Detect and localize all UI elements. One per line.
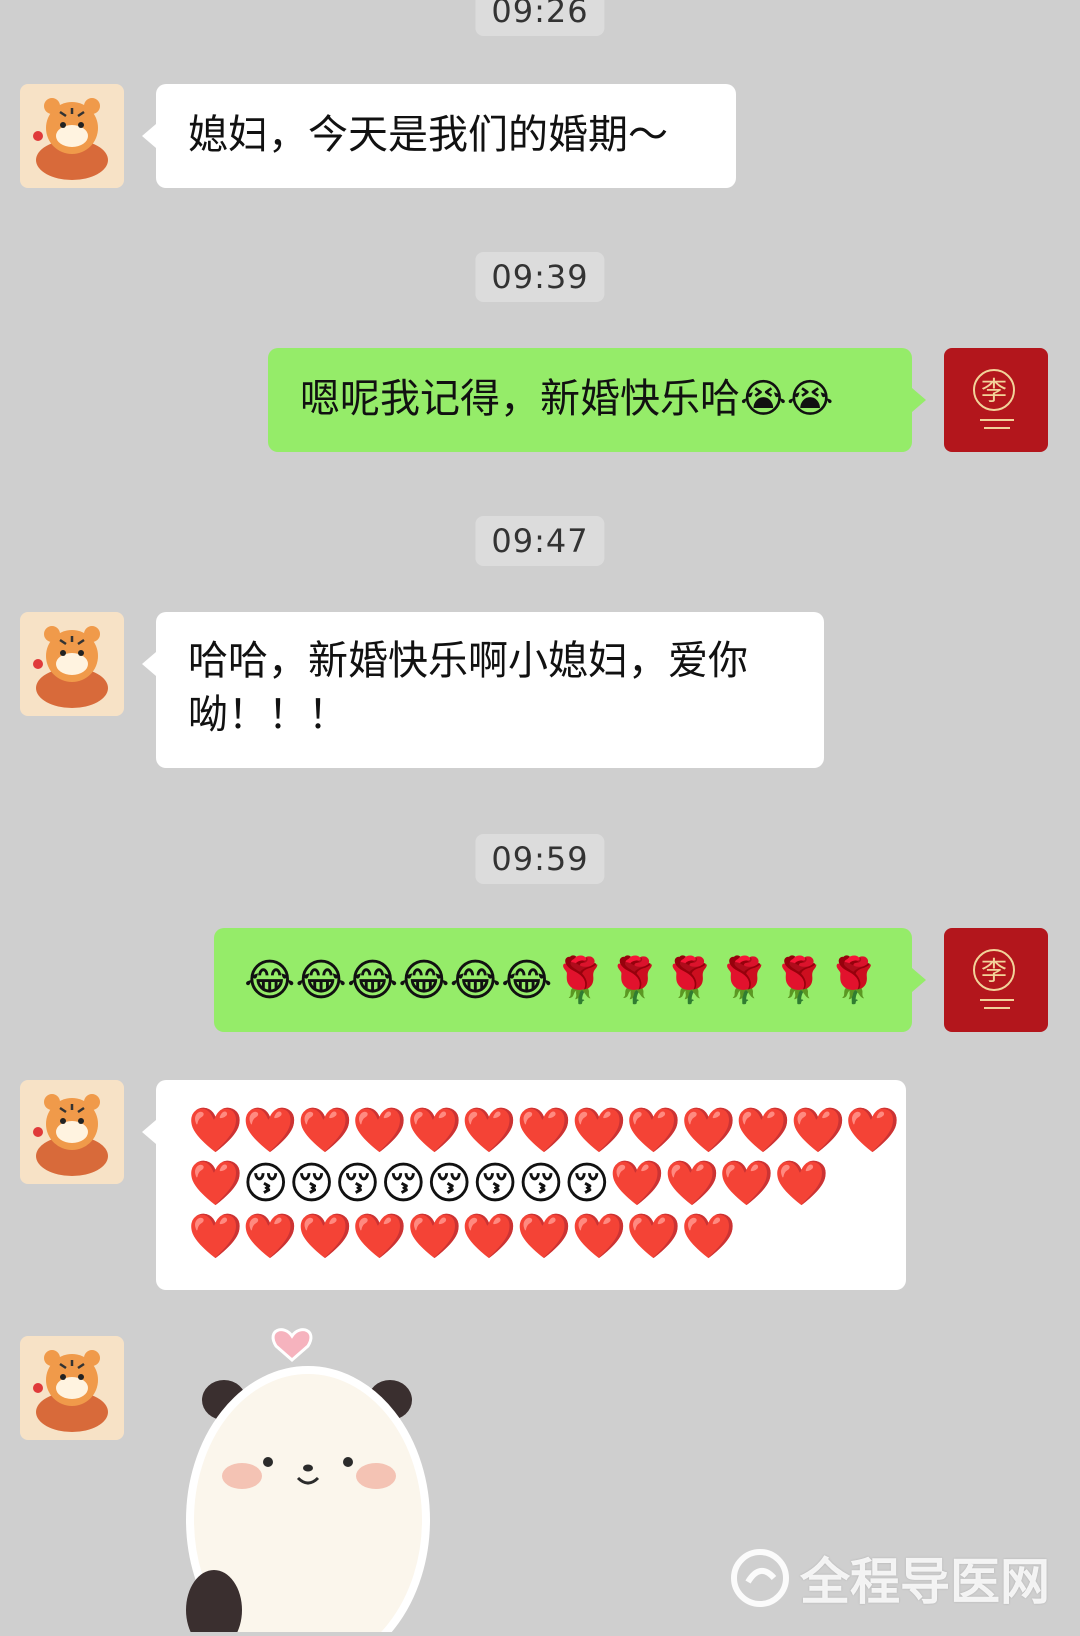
message-text: 嗯呢我记得，新婚快乐哈😭😭 [300,376,834,422]
seal-avatar[interactable]: 李 [944,348,1048,452]
emoji-row: ❤️❤️❤️❤️❤️❤️❤️❤️❤️❤️❤️❤️❤️ [188,1105,901,1156]
message-bubble-outgoing[interactable]: 嗯呢我记得，新婚快乐哈😭😭 [268,348,926,452]
tiger-icon [33,626,108,708]
timestamp: 09:59 [475,834,605,884]
timestamp: 09:26 [475,0,605,36]
tiger-avatar[interactable] [20,1336,124,1440]
seal-icon: 李 [973,949,1015,1009]
message-bubble-incoming[interactable]: 媳妇，今天是我们的婚期～ [142,84,736,188]
panda-sticker[interactable] [180,1320,480,1636]
tiger-avatar[interactable] [20,84,124,188]
watermark: 全程导医网 [730,1542,1050,1614]
timestamp: 09:39 [475,252,605,302]
emoji-row: ❤️😚😚😚😚😚😚😚😚❤️❤️❤️❤️ [188,1158,829,1209]
panda-icon [186,1328,430,1636]
tiger-avatar[interactable] [20,1080,124,1184]
seal-icon: 李 [973,369,1015,429]
emoji-row: ❤️❤️❤️❤️❤️❤️❤️❤️❤️❤️ [188,1211,736,1262]
message-bubble-outgoing[interactable]: 😂😂😂😂😂😂🌹🌹🌹🌹🌹🌹 [214,928,926,1032]
tiger-icon [33,1350,108,1432]
tiger-avatar[interactable] [20,612,124,716]
message-text-line: 哈哈，新婚快乐啊小媳妇，爱你 [188,638,748,684]
seal-glyph: 李 [981,377,1007,407]
chat-area: 09:26 媳妇，今天是我们的婚期～ 09:39 嗯呢我记得，新婚快乐哈😭😭 李… [0,0,1080,1636]
seal-glyph: 李 [981,957,1007,987]
message-text-line: 呦！！！ [188,692,348,738]
message-text: 媳妇，今天是我们的婚期～ [188,112,668,158]
emoji-message: 😂😂😂😂😂😂🌹🌹🌹🌹🌹🌹 [244,955,882,1006]
tiger-icon [33,98,108,180]
watermark-logo-icon [731,1549,789,1607]
message-bubble-incoming[interactable]: ❤️❤️❤️❤️❤️❤️❤️❤️❤️❤️❤️❤️❤️ ❤️😚😚😚😚😚😚😚😚❤️❤… [142,1080,906,1290]
tiger-icon [33,1094,108,1176]
watermark-text: 全程导医网 [800,1553,1050,1611]
timestamp: 09:47 [475,516,605,566]
message-bubble-incoming[interactable]: 哈哈，新婚快乐啊小媳妇，爱你 呦！！！ [142,612,824,768]
seal-avatar[interactable]: 李 [944,928,1048,1032]
